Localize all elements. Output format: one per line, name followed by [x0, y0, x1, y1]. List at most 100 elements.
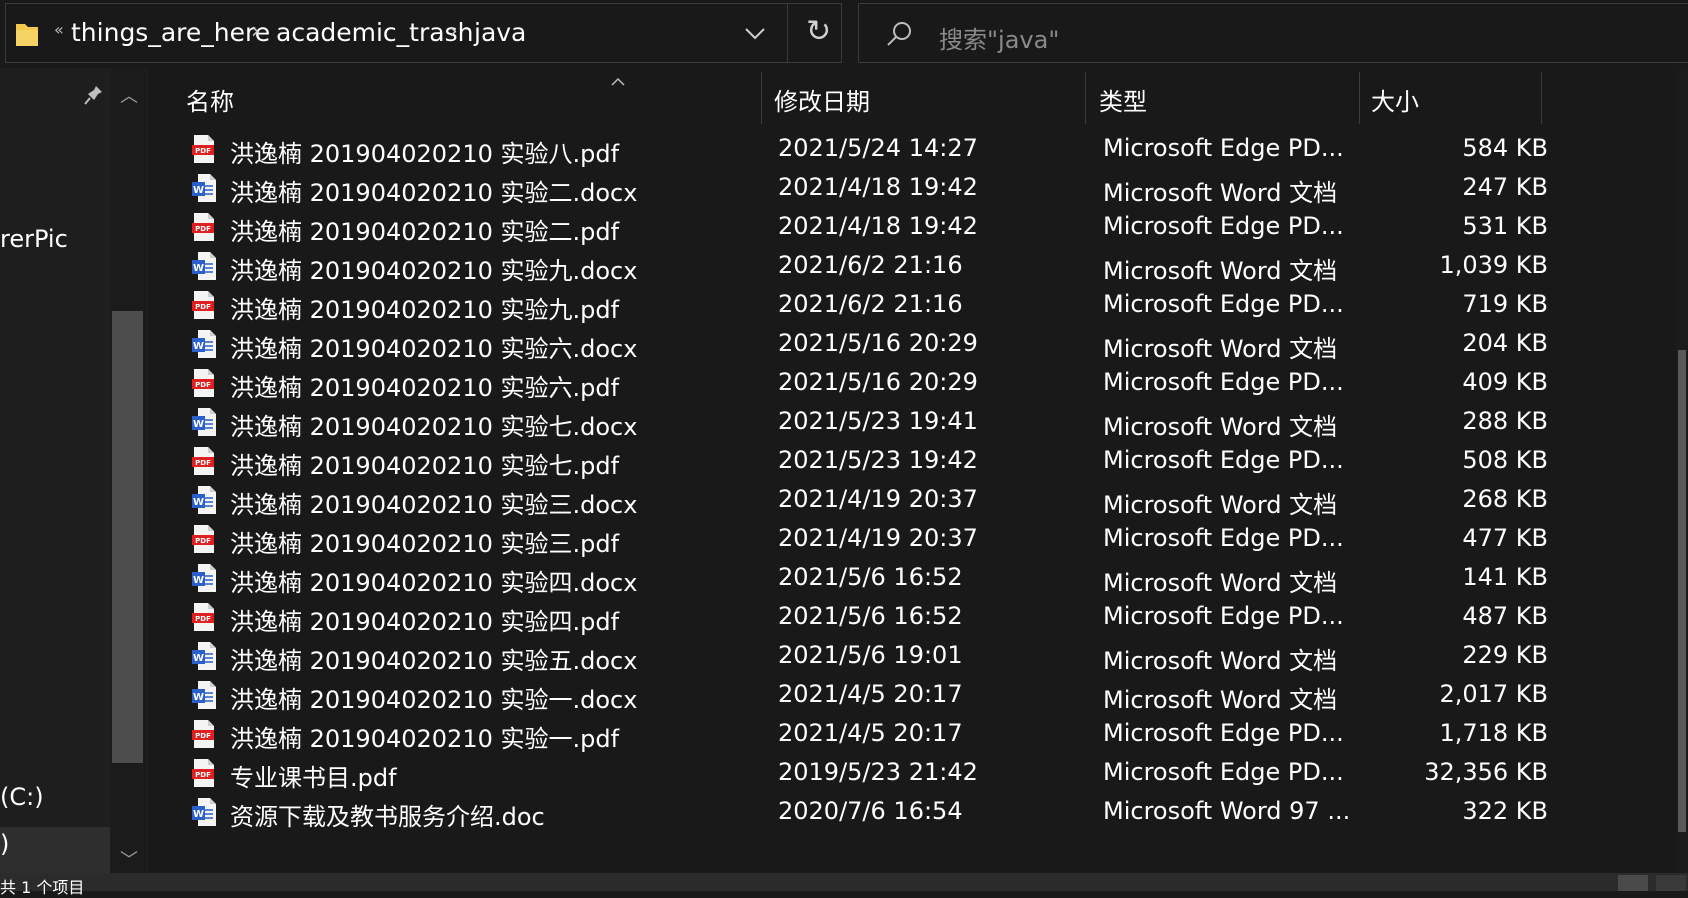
column-divider[interactable] [1541, 72, 1542, 124]
file-type: Microsoft Edge PD... [1103, 758, 1344, 786]
file-name: 洪逸楠 201904020210 实验四.pdf [230, 608, 620, 636]
file-row[interactable]: W 洪逸楠 201904020210 实验九.docx 2021/6/2 21:16… [148, 245, 1548, 287]
file-type: Microsoft Word 文档 [1103, 491, 1338, 519]
svg-text:W: W [193, 185, 204, 196]
file-row[interactable]: PDF 洪逸楠 201904020210 实验八.pdf 2021/5/24 14:… [148, 128, 1548, 170]
svg-text:PDF: PDF [195, 225, 211, 233]
file-modified-date: 2021/5/16 20:29 [778, 329, 978, 357]
file-row[interactable]: W 洪逸楠 201904020210 实验一.docx 2021/4/5 20:17… [148, 674, 1548, 716]
breadcrumb-things-are-here[interactable]: things_are_here [71, 18, 270, 47]
nav-item-drive-c[interactable]: (C:) [0, 783, 44, 811]
file-row[interactable]: PDF 洪逸楠 201904020210 实验六.pdf 2021/5/16 20:… [148, 362, 1548, 404]
file-name: 洪逸楠 201904020210 实验二.pdf [230, 218, 620, 246]
file-list[interactable]: 名称 修改日期 类型 大小 PDF 洪逸楠 201904020210 实验八.pd… [148, 68, 1676, 873]
pdf-icon: PDF [191, 446, 217, 476]
file-row[interactable]: PDF 专业课书目.pdf 2019/5/23 21:42 Microsoft Edg… [148, 752, 1548, 794]
word-icon: W [191, 173, 217, 203]
file-row[interactable]: W 洪逸楠 201904020210 实验四.docx 2021/5/6 16:52… [148, 557, 1548, 599]
file-name: 洪逸楠 201904020210 实验八.pdf [230, 140, 620, 168]
large-icons-view-button[interactable] [1656, 875, 1686, 891]
file-modified-date: 2021/4/18 19:42 [778, 212, 978, 240]
breadcrumb-overflow-icon[interactable]: « [54, 20, 64, 39]
address-bar[interactable]: « things_are_here › academic_trash › jav… [5, 3, 842, 63]
file-modified-date: 2019/5/23 21:42 [778, 758, 978, 786]
sort-ascending-icon [610, 72, 626, 91]
file-row[interactable]: PDF 洪逸楠 201904020210 实验四.pdf 2021/5/6 16:5… [148, 596, 1548, 638]
svg-text:W: W [193, 263, 204, 274]
search-icon [885, 20, 913, 52]
file-size: 229 KB [1462, 641, 1548, 669]
file-row[interactable]: PDF 洪逸楠 201904020210 实验七.pdf 2021/5/23 19:… [148, 440, 1548, 482]
column-divider[interactable] [1359, 72, 1360, 124]
breadcrumb-academic-trash[interactable]: academic_trash [276, 18, 473, 47]
file-type: Microsoft Edge PD... [1103, 524, 1344, 552]
details-view-button[interactable] [1618, 875, 1648, 891]
file-size: 487 KB [1462, 602, 1548, 630]
file-size: 409 KB [1462, 368, 1548, 396]
status-bar [0, 873, 1688, 891]
file-row[interactable]: W 洪逸楠 201904020210 实验二.docx 2021/4/18 19:4… [148, 167, 1548, 209]
file-type: Microsoft Edge PD... [1103, 290, 1344, 318]
word-icon: W [191, 641, 217, 671]
file-row[interactable]: PDF 洪逸楠 201904020210 实验二.pdf 2021/4/18 19:… [148, 206, 1548, 248]
file-name: 洪逸楠 201904020210 实验四.docx [230, 569, 638, 597]
file-size: 204 KB [1462, 329, 1548, 357]
refresh-icon[interactable]: ↻ [806, 14, 831, 49]
search-box[interactable]: 搜索"java" [858, 3, 1688, 63]
column-divider[interactable] [1085, 72, 1086, 124]
file-modified-date: 2021/4/18 19:42 [778, 173, 978, 201]
file-size: 2,017 KB [1439, 680, 1548, 708]
file-list-scrollbar-thumb[interactable] [1678, 350, 1686, 832]
nav-item-pic[interactable]: rerPic [0, 225, 68, 253]
file-type: Microsoft Word 文档 [1103, 647, 1338, 675]
file-modified-date: 2021/6/2 21:16 [778, 290, 963, 318]
word-icon: W [191, 329, 217, 359]
column-header-type[interactable]: 类型 [1099, 82, 1147, 117]
pdf-icon: PDF [191, 602, 217, 632]
breadcrumb-separator-icon[interactable]: › [251, 19, 260, 44]
chevron-down-icon[interactable]: ﹀ [120, 846, 138, 872]
file-size: 508 KB [1462, 446, 1548, 474]
chevron-down-icon[interactable] [744, 26, 766, 45]
file-row[interactable]: W 洪逸楠 201904020210 实验七.docx 2021/5/23 19:4… [148, 401, 1548, 443]
svg-text:PDF: PDF [195, 147, 211, 155]
file-name: 洪逸楠 201904020210 实验三.docx [230, 491, 638, 519]
column-header-date[interactable]: 修改日期 [774, 82, 870, 117]
nav-item-drive[interactable]: ) [0, 830, 9, 858]
breadcrumb-separator-icon[interactable]: › [449, 19, 458, 44]
file-type: Microsoft Edge PD... [1103, 368, 1344, 396]
file-row[interactable]: PDF 洪逸楠 201904020210 实验一.pdf 2021/4/5 20:1… [148, 713, 1548, 755]
svg-text:PDF: PDF [195, 459, 211, 467]
svg-text:W: W [193, 692, 204, 703]
pdf-icon: PDF [191, 212, 217, 242]
column-header-name[interactable]: 名称 [186, 82, 234, 117]
file-row[interactable]: W 洪逸楠 201904020210 实验五.docx 2021/5/6 19:01… [148, 635, 1548, 677]
chevron-up-icon[interactable]: ︿ [120, 82, 138, 108]
file-type: Microsoft Edge PD... [1103, 602, 1344, 630]
svg-text:W: W [193, 341, 204, 352]
file-size: 247 KB [1462, 173, 1548, 201]
file-modified-date: 2021/5/23 19:41 [778, 407, 978, 435]
file-row[interactable]: W 洪逸楠 201904020210 实验六.docx 2021/5/16 20:2… [148, 323, 1548, 365]
pdf-icon: PDF [191, 758, 217, 788]
file-row[interactable]: W 洪逸楠 201904020210 实验三.docx 2021/4/19 20:3… [148, 479, 1548, 521]
file-name: 洪逸楠 201904020210 实验六.docx [230, 335, 638, 363]
file-modified-date: 2021/5/23 19:42 [778, 446, 978, 474]
file-type: Microsoft Word 文档 [1103, 179, 1338, 207]
file-type: Microsoft Word 文档 [1103, 335, 1338, 363]
file-row[interactable]: PDF 洪逸楠 201904020210 实验九.pdf 2021/6/2 21:1… [148, 284, 1548, 326]
column-header-size[interactable]: 大小 [1371, 82, 1419, 117]
svg-text:W: W [193, 419, 204, 430]
file-name: 洪逸楠 201904020210 实验三.pdf [230, 530, 620, 558]
file-size: 288 KB [1462, 407, 1548, 435]
file-modified-date: 2021/4/19 20:37 [778, 485, 978, 513]
pin-icon[interactable] [84, 84, 104, 110]
file-modified-date: 2021/5/24 14:27 [778, 134, 978, 162]
file-name: 洪逸楠 201904020210 实验六.pdf [230, 374, 620, 402]
search-input[interactable]: 搜索"java" [939, 20, 1059, 55]
file-row[interactable]: W 资源下载及教书服务介绍.doc 2020/7/6 16:54 Microsoft … [148, 791, 1548, 833]
column-divider[interactable] [761, 72, 762, 124]
breadcrumb-java[interactable]: java [474, 18, 526, 47]
file-row[interactable]: PDF 洪逸楠 201904020210 实验三.pdf 2021/4/19 20:… [148, 518, 1548, 560]
nav-scrollbar-thumb[interactable] [112, 311, 143, 763]
